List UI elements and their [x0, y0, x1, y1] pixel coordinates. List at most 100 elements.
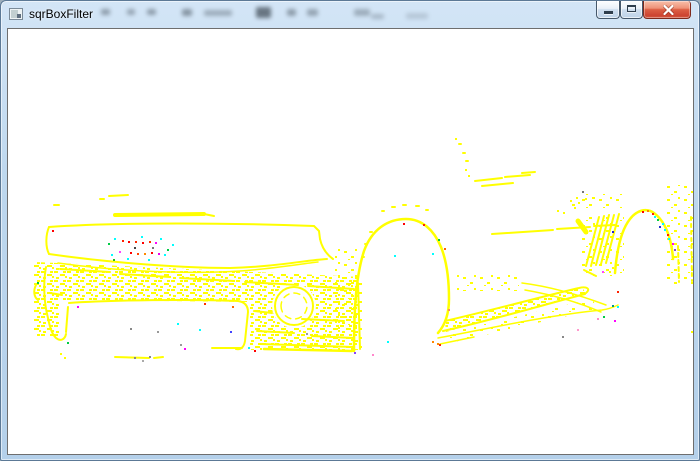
- pixel-dot: [577, 329, 579, 331]
- pixel-dot: [67, 342, 69, 344]
- pixel-dot: [157, 331, 159, 333]
- pixel-dot: [158, 253, 160, 255]
- pixel-dot: [585, 198, 587, 200]
- pixel-dot: [570, 200, 572, 202]
- pixel-dot: [612, 305, 614, 307]
- ghost-artifact: [287, 9, 296, 16]
- pixel-dot: [662, 223, 664, 225]
- pixel-dot: [465, 169, 467, 171]
- pixel-dot: [562, 336, 564, 338]
- pixel-dot: [614, 320, 616, 322]
- pixel-dot: [204, 303, 206, 305]
- texture-region: [457, 275, 519, 291]
- pixel-dot: [60, 353, 62, 355]
- pixel-dot: [657, 219, 659, 221]
- pixel-dot: [642, 211, 644, 213]
- pixel-dot: [164, 254, 166, 256]
- pixel-dot: [668, 238, 670, 240]
- pixel-dot: [172, 244, 174, 246]
- pixel-dot: [144, 253, 146, 255]
- close-button[interactable]: [643, 1, 691, 19]
- pixel-dot: [603, 316, 605, 318]
- pixel-dot: [167, 249, 169, 251]
- pixel-dot: [52, 230, 54, 232]
- pixel-dot: [130, 252, 132, 254]
- pixel-dot: [423, 224, 425, 226]
- pixel-dot: [557, 210, 559, 212]
- pixel-dot: [111, 254, 113, 256]
- ghost-artifact: [371, 14, 384, 19]
- edge-path: [352, 217, 451, 353]
- pixel-dot: [574, 207, 576, 209]
- ghost-artifact: [354, 9, 370, 16]
- pixel-dot: [134, 357, 136, 359]
- title-bar[interactable]: sqrBoxFilter: [1, 1, 699, 28]
- pixel-dot: [113, 259, 115, 261]
- ghost-artifact: [127, 9, 135, 15]
- window-title: sqrBoxFilter: [29, 7, 94, 21]
- edge-path: [113, 212, 206, 217]
- app-icon: [9, 8, 23, 20]
- edge-path: [45, 226, 50, 255]
- pixel-dot: [455, 138, 457, 140]
- pixel-dot: [130, 328, 132, 330]
- ghost-artifact: [101, 9, 110, 15]
- pixel-dot: [160, 238, 162, 240]
- pixel-dot: [372, 354, 374, 356]
- pixel-dot: [254, 350, 256, 352]
- pixel-dot: [612, 267, 614, 269]
- pixel-dot: [652, 213, 654, 215]
- pixel-dot: [664, 229, 666, 231]
- pixel-dot: [612, 231, 614, 233]
- pixel-dot: [394, 255, 396, 257]
- pixel-dot: [674, 249, 676, 251]
- image-canvas[interactable]: [7, 28, 694, 455]
- pixel-dot: [142, 360, 144, 362]
- pixel-dot: [439, 344, 441, 346]
- pixel-dot: [617, 291, 619, 293]
- pixel-dot: [180, 344, 182, 346]
- pixel-dot: [155, 242, 157, 244]
- pixel-dot: [114, 238, 116, 240]
- edge-image: [33, 138, 693, 362]
- app-window: sqrBoxFilter: [0, 0, 700, 461]
- minimize-icon: [604, 11, 613, 14]
- pixel-dot: [432, 341, 434, 343]
- pixel-dot: [654, 216, 656, 218]
- close-icon: [663, 5, 674, 15]
- ghost-artifact: [182, 9, 192, 16]
- pixel-dot: [37, 282, 39, 284]
- pixel-dot: [64, 357, 66, 359]
- pixel-dot: [602, 271, 604, 273]
- pixel-dot: [151, 252, 153, 254]
- texture-regions: [33, 185, 693, 350]
- texture-region: [572, 194, 622, 208]
- pixel-dot: [148, 259, 150, 261]
- ghost-artifact: [204, 10, 232, 16]
- pixel-dot: [354, 352, 356, 354]
- pixel-dot: [135, 241, 137, 243]
- pixel-dot: [108, 243, 110, 245]
- edge-path: [53, 194, 129, 206]
- edge-path: [114, 356, 164, 359]
- minimize-button[interactable]: [596, 1, 620, 19]
- pixel-dot: [432, 253, 434, 255]
- pixel-dot: [149, 241, 151, 243]
- app-icon-detail-dark: [17, 14, 21, 18]
- pixel-dot: [403, 223, 405, 225]
- ghost-artifact: [147, 9, 156, 15]
- edge-path: [361, 204, 429, 258]
- edge-path: [319, 238, 334, 260]
- pixel-dot: [230, 331, 232, 333]
- pixel-dot: [578, 202, 580, 204]
- edge-path: [68, 298, 250, 351]
- pixel-dot: [691, 331, 693, 333]
- pixel-dot: [563, 212, 565, 214]
- maximize-icon: [627, 5, 636, 12]
- pixel-dot: [142, 242, 144, 244]
- maximize-button[interactable]: [620, 1, 643, 19]
- ghost-artifact: [406, 13, 428, 19]
- pixel-dot: [609, 271, 611, 273]
- pixel-dot: [659, 226, 661, 228]
- pixel-dot: [438, 239, 440, 241]
